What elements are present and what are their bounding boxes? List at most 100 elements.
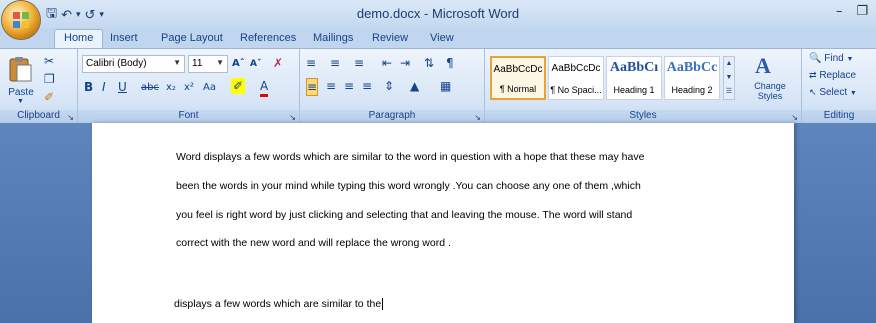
replace-label: Replace <box>819 70 857 81</box>
cursor-icon: ↖ <box>809 87 817 97</box>
style-normal[interactable]: AaBbCcDc ¶ Normal <box>490 56 546 100</box>
paste-icon <box>9 57 32 82</box>
bullets-icon[interactable]: ≡ <box>306 55 316 71</box>
office-logo-icon <box>13 12 29 28</box>
replace-icon: ⇄ <box>809 70 817 80</box>
style-preview: AaBbCı <box>609 60 659 75</box>
title-bar: 🖫 ↶ ▾ ↺ ▾ demo.docx - Microsoft Word – ❐ <box>0 0 876 28</box>
chevron-down-icon: ▼ <box>173 58 181 67</box>
style-preview: AaBbCc <box>666 60 718 75</box>
tab-insert[interactable]: Insert <box>110 32 138 44</box>
chevron-down-icon: ▼ <box>849 90 857 97</box>
dialog-launcher-icon[interactable]: ↘ <box>289 113 296 122</box>
find-label: Find <box>824 53 844 64</box>
editing-group: 🔍 Find ▼ ⇄ Replace ↖ Select ▼ Editing <box>802 49 876 124</box>
justify-icon[interactable]: ≡ <box>362 78 372 94</box>
document-area: Word displays a few words which are simi… <box>0 123 876 323</box>
dialog-launcher-icon[interactable]: ↘ <box>67 113 74 122</box>
multilevel-list-icon[interactable]: ≡ <box>354 55 364 71</box>
superscript-icon[interactable]: x² <box>184 80 194 96</box>
style-preview: AaBbCcDc <box>493 64 543 75</box>
chevron-down-icon: ▼ <box>216 58 224 67</box>
copy-icon[interactable]: ❐ <box>44 71 55 87</box>
window-title: demo.docx - Microsoft Word <box>356 6 520 21</box>
font-size-value: 11 <box>192 58 203 69</box>
change-styles-icon: A <box>755 53 771 78</box>
binoculars-icon: 🔍 <box>809 53 822 64</box>
style-name: ¶ No Spaci... <box>550 85 602 95</box>
document-line: correct with the new word and will repla… <box>176 237 451 249</box>
style-heading-2[interactable]: AaBbCc Heading 2 <box>664 56 720 100</box>
numbering-icon[interactable]: ≡ <box>330 55 340 71</box>
select-button[interactable]: ↖ Select ▼ <box>808 86 872 102</box>
align-center-icon[interactable]: ≡ <box>326 78 336 94</box>
tab-review[interactable]: Review <box>372 32 408 44</box>
chevron-down-icon: ▼ <box>846 56 854 63</box>
tab-home[interactable]: Home <box>54 29 104 48</box>
text-cursor <box>382 298 384 311</box>
style-name: Heading 2 <box>671 85 713 95</box>
paragraph-group-label: Paragraph <box>300 110 484 124</box>
underline-icon[interactable]: U <box>118 79 127 95</box>
minimize-icon[interactable]: – <box>836 4 843 19</box>
strikethrough-icon[interactable]: abc <box>141 80 159 96</box>
styles-scroll[interactable]: ▲ ▼ ☰ <box>723 56 735 100</box>
replace-button[interactable]: ⇄ Replace <box>808 69 872 85</box>
increase-indent-icon[interactable]: ⇥ <box>400 55 410 71</box>
style-name: ¶ Normal <box>499 84 537 94</box>
change-styles-button[interactable]: A Change Styles <box>740 52 798 104</box>
align-left-icon[interactable]: ≡ <box>306 78 319 96</box>
restore-icon[interactable]: ❐ <box>856 4 868 19</box>
ribbon: Paste ▼ ✂ ❐ ✐ Clipboard ↘ Calibri (Body)… <box>0 48 876 125</box>
borders-icon[interactable]: ▦ <box>440 78 451 94</box>
shading-icon[interactable]: ▲ <box>410 78 419 94</box>
styles-group-label: Styles <box>485 110 801 124</box>
paragraph-group: ≡ ≡ ≡ ⇤ ⇥ ⇅ ¶ ≡ ≡ ≡ ≡ ⇕ ▲ ▦ Paragraph ↘ <box>300 49 485 124</box>
show-formatting-icon[interactable]: ¶ <box>446 55 454 71</box>
sort-icon[interactable]: ⇅ <box>424 55 434 71</box>
grow-font-icon[interactable]: Aˆ <box>232 56 245 72</box>
line-spacing-icon[interactable]: ⇕ <box>384 78 394 94</box>
change-styles-label: Change Styles <box>754 81 786 101</box>
style-heading-1[interactable]: AaBbCı Heading 1 <box>606 56 662 100</box>
document-line: been the words in your mind while typing… <box>176 180 641 192</box>
italic-icon[interactable]: I <box>102 79 106 95</box>
subscript-icon[interactable]: x₂ <box>166 80 176 96</box>
highlight-icon[interactable]: ✐ <box>231 78 246 94</box>
paste-button[interactable]: Paste ▼ <box>4 53 36 105</box>
font-group: Calibri (Body) ▼ 11 ▼ Aˆ Aˇ ✗ B I U abc … <box>78 49 300 124</box>
typing-line-text: displays a few words which are similar t… <box>174 298 382 310</box>
select-label: Select <box>819 87 848 98</box>
font-size-combo[interactable]: 11 ▼ <box>188 55 228 73</box>
clear-formatting-icon[interactable]: ✗ <box>273 55 283 71</box>
document-line: Word displays a few words which are simi… <box>176 151 645 163</box>
tab-references[interactable]: References <box>240 32 296 44</box>
dialog-launcher-icon[interactable]: ↘ <box>474 113 481 122</box>
find-button[interactable]: 🔍 Find ▼ <box>808 52 872 68</box>
style-preview: AaBbCcDc <box>551 63 601 74</box>
style-no-spacing[interactable]: AaBbCcDc ¶ No Spaci... <box>548 56 604 100</box>
shrink-font-icon[interactable]: Aˇ <box>250 56 261 72</box>
styles-group: AaBbCcDc ¶ Normal AaBbCcDc ¶ No Spaci...… <box>485 49 802 124</box>
font-color-icon[interactable]: A <box>260 78 269 97</box>
change-case-icon[interactable]: Aa <box>203 80 216 96</box>
dialog-launcher-icon[interactable]: ↘ <box>791 113 798 122</box>
document-line: you feel is right word by just clicking … <box>176 209 633 221</box>
font-name-combo[interactable]: Calibri (Body) ▼ <box>82 55 185 73</box>
chevron-down-icon: ▼ <box>17 98 24 105</box>
editing-group-label: Editing <box>802 110 876 124</box>
tab-view[interactable]: View <box>430 32 454 44</box>
font-group-label: Font <box>78 110 299 124</box>
cut-icon[interactable]: ✂ <box>44 53 54 69</box>
clipboard-group-label: Clipboard <box>0 110 77 124</box>
tab-page-layout[interactable]: Page Layout <box>161 32 223 44</box>
font-name-value: Calibri (Body) <box>86 58 147 69</box>
align-right-icon[interactable]: ≡ <box>344 78 354 94</box>
tab-mailings[interactable]: Mailings <box>313 32 353 44</box>
style-name: Heading 1 <box>613 85 655 95</box>
decrease-indent-icon[interactable]: ⇤ <box>382 55 392 71</box>
bold-icon[interactable]: B <box>84 79 93 95</box>
office-button[interactable] <box>2 1 40 39</box>
format-painter-icon[interactable]: ✐ <box>44 89 54 105</box>
document-page[interactable]: Word displays a few words which are simi… <box>92 123 794 323</box>
